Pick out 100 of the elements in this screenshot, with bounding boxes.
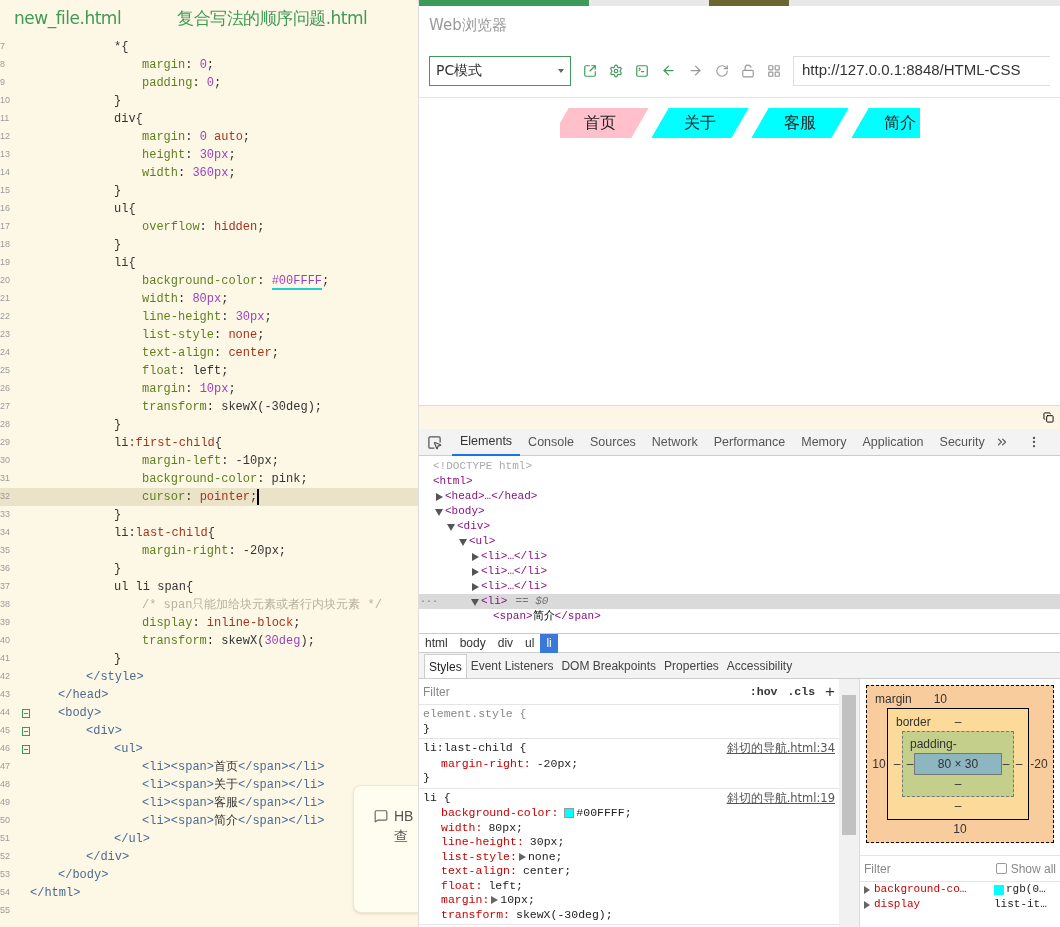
open-external-icon[interactable]	[583, 63, 597, 78]
hover-state-button[interactable]: :hov	[749, 682, 778, 701]
box-value: -	[952, 736, 957, 753]
code-line: <li><span>客服</span></li>	[142, 795, 325, 812]
code-line: }	[114, 507, 122, 524]
code-line: transform: skewX(30deg);	[142, 633, 315, 650]
breadcrumb-item[interactable]: ul	[519, 633, 541, 653]
collapsed-triangle-icon[interactable]	[471, 552, 479, 561]
expand-triangle-icon[interactable]	[518, 852, 526, 861]
collapsed-triangle-icon[interactable]	[471, 582, 479, 591]
line-number: 38	[0, 598, 11, 612]
code-line: li{	[114, 255, 136, 272]
styles-tab[interactable]: DOM Breakpoints	[557, 654, 661, 678]
collapsed-triangle-icon[interactable]	[471, 567, 479, 576]
box-value: 10	[953, 821, 967, 838]
expanded-triangle-icon[interactable]	[447, 522, 455, 531]
filter-field[interactable]: Filter	[864, 859, 891, 878]
restore-window-icon[interactable]	[1043, 412, 1054, 423]
devtools-tab[interactable]: Console	[520, 428, 582, 456]
line-number: 24	[0, 346, 11, 360]
dom-row[interactable]: <span>简介</span>	[419, 609, 1060, 624]
dom-row[interactable]: <div>	[419, 519, 1060, 534]
code-line: height: 30px;	[142, 147, 236, 164]
breadcrumb-item[interactable]: div	[491, 633, 520, 653]
class-button[interactable]: .cls	[787, 682, 816, 701]
devtools-tab[interactable]: Network	[643, 428, 706, 456]
dom-row[interactable]: <ul>	[419, 534, 1060, 549]
tag-text: <ul>	[469, 534, 496, 550]
nav-item[interactable]: 简介	[850, 108, 920, 138]
box-value: –	[954, 798, 962, 815]
box-value: –	[954, 714, 962, 731]
notification-title: HB	[394, 807, 414, 826]
code-line: }	[114, 183, 122, 200]
fold-toggle-icon[interactable]	[22, 744, 30, 754]
line-number: 43	[0, 688, 11, 702]
scrollbar-thumb[interactable]	[842, 695, 856, 835]
line-number: 47	[0, 760, 11, 774]
rule-selector: li {	[423, 790, 451, 806]
dom-row[interactable]: ... <li> == $0	[419, 594, 1060, 609]
devtools-tab[interactable]: Performance	[705, 428, 794, 456]
url-field[interactable]: http://127.0.0.1:8848/HTML-CSS	[793, 55, 1050, 86]
refresh-icon[interactable]	[715, 63, 729, 78]
nav-item[interactable]: 关于	[650, 108, 749, 138]
styles-tab[interactable]: Event Listeners	[466, 654, 558, 678]
terminal-icon[interactable]	[635, 63, 649, 78]
styles-tab[interactable]: Accessibility	[722, 654, 797, 678]
breadcrumb-item[interactable]: body	[453, 633, 492, 653]
nav-item[interactable]: 客服	[750, 108, 849, 138]
line-number: 49	[0, 796, 11, 810]
nav-item[interactable]: 首页	[559, 108, 649, 138]
show-all-checkbox[interactable]: Show all	[995, 859, 1056, 878]
box-value: –	[954, 776, 962, 793]
tag-text: <head>…</head>	[445, 489, 538, 505]
code-line: *{	[114, 39, 129, 56]
expanded-triangle-icon[interactable]	[459, 537, 467, 546]
dom-row[interactable]: <li>…</li>	[419, 579, 1060, 594]
code-line: transform: skewX(-30deg);	[142, 399, 323, 416]
settings-icon[interactable]	[609, 63, 623, 78]
dom-row[interactable]: <html>	[419, 474, 1060, 489]
code-line: </style>	[86, 669, 144, 686]
tag-text: <!DOCTYPE html>	[433, 459, 533, 475]
line-number: 22	[0, 310, 11, 324]
forward-icon[interactable]	[688, 63, 703, 78]
color-swatch[interactable]	[564, 808, 575, 819]
dom-row[interactable]: <li>…</li>	[419, 564, 1060, 579]
devtools-tab[interactable]: Application	[854, 428, 932, 456]
styles-tab[interactable]: Styles	[424, 654, 467, 678]
line-number: 17	[0, 220, 11, 234]
devtools-tab[interactable]: Elements	[452, 428, 521, 456]
fold-toggle-icon[interactable]	[22, 726, 30, 736]
breadcrumb-item[interactable]: html	[419, 633, 454, 653]
line-number: 41	[0, 652, 11, 666]
window-title: Web浏览器	[429, 14, 507, 36]
expand-triangle-icon[interactable]	[491, 896, 499, 905]
dom-row[interactable]: <head>…</head>	[419, 489, 1060, 504]
collapsed-triangle-icon[interactable]	[435, 492, 443, 501]
devtools-tab[interactable]: Sources	[582, 428, 644, 456]
dom-row[interactable]: <body>	[419, 504, 1060, 519]
code-line: line-height: 30px;	[142, 309, 272, 326]
expanded-triangle-icon[interactable]	[471, 597, 479, 606]
rule-brace: }	[423, 721, 430, 735]
new-rule-button[interactable]: +	[825, 679, 835, 705]
line-number: 19	[0, 256, 11, 270]
inspect-icon[interactable]	[427, 434, 442, 450]
filter-field[interactable]: Filter	[423, 682, 450, 701]
dom-row[interactable]: <li>…</li>	[419, 549, 1060, 564]
box-value: –	[906, 756, 914, 773]
devtools-tab[interactable]: Memory	[793, 428, 855, 456]
row-marker: ...	[420, 594, 438, 606]
mode-select[interactable]: PC模式	[429, 55, 571, 86]
line-number: 37	[0, 580, 11, 594]
back-icon[interactable]	[661, 63, 676, 78]
devtools-tab[interactable]: Security	[931, 428, 993, 456]
code-line: <li><span>关于</span></li>	[142, 777, 325, 794]
unlocked-padlock-icon[interactable]	[741, 63, 755, 78]
box-value: 10	[871, 756, 887, 773]
styles-tab[interactable]: Properties	[660, 654, 723, 678]
fold-toggle-icon[interactable]	[22, 708, 30, 718]
expanded-triangle-icon[interactable]	[435, 507, 443, 516]
breadcrumb-item[interactable]: li	[540, 633, 558, 653]
